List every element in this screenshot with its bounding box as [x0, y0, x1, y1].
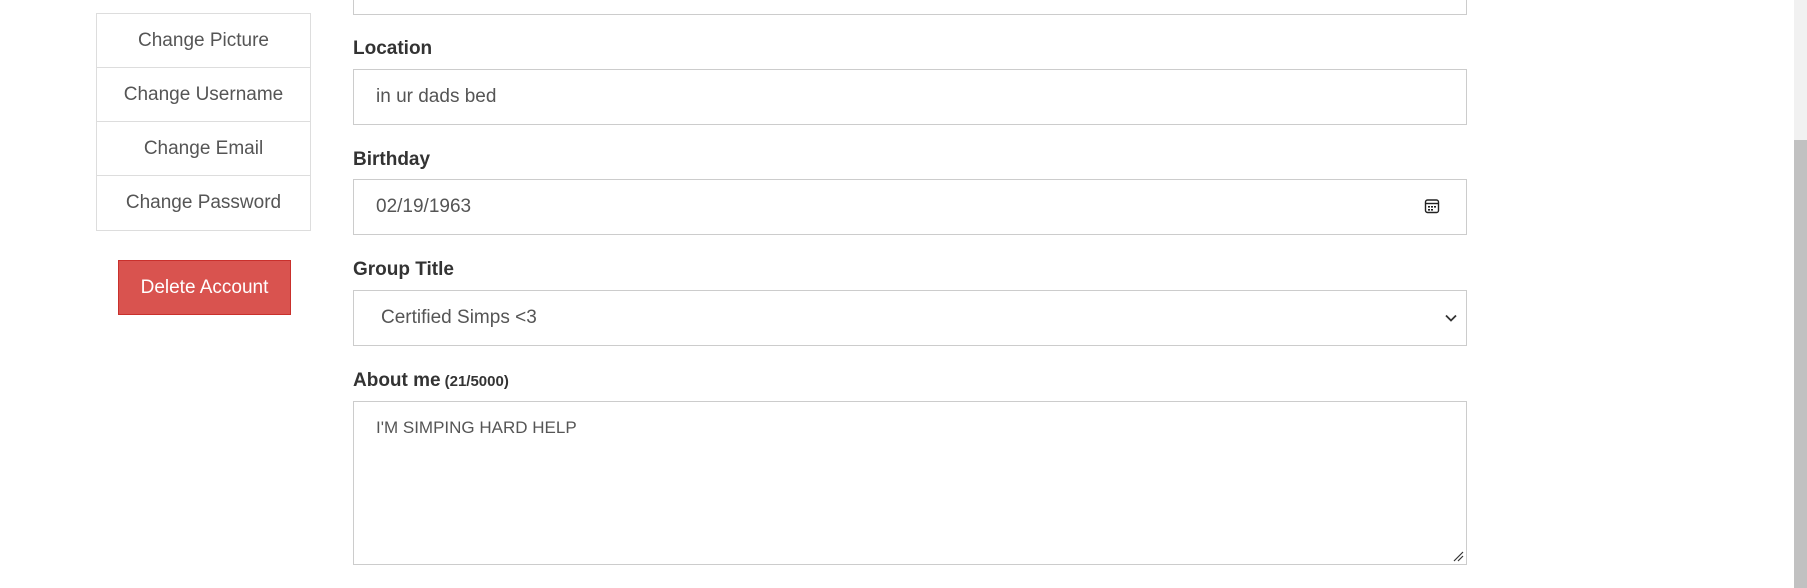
sidebar-item-change-password[interactable]: Change Password [97, 176, 310, 230]
birthday-label: Birthday [353, 149, 431, 170]
about-me-textarea[interactable]: I'M SIMPING HARD HELP [353, 401, 1467, 565]
birthday-input[interactable]: 02/19/1963 [353, 179, 1467, 235]
group-title-label: Group Title [353, 259, 454, 280]
resize-handle-icon[interactable] [1452, 550, 1464, 562]
location-label: Location [353, 38, 433, 59]
settings-sidebar: Change Picture Change Username Change Em… [96, 13, 311, 231]
settings-page: Change Picture Change Username Change Em… [0, 0, 1807, 588]
sidebar-item-change-picture[interactable]: Change Picture [97, 14, 310, 68]
previous-field-input[interactable] [353, 0, 1467, 15]
character-counter: (21/5000) [444, 373, 509, 390]
birthday-value: 02/19/1963 [376, 196, 472, 217]
about-me-label: About me (21/5000) [353, 370, 509, 392]
delete-account-button[interactable]: Delete Account [118, 260, 291, 315]
page-scrollbar[interactable] [1794, 0, 1807, 588]
chevron-down-icon [1445, 314, 1457, 322]
about-me-value: I'M SIMPING HARD HELP [376, 418, 577, 437]
sidebar-item-change-email[interactable]: Change Email [97, 122, 310, 176]
sidebar-item-change-username[interactable]: Change Username [97, 68, 310, 122]
about-me-label-text: About me [353, 370, 441, 391]
location-input[interactable]: in ur dads bed [353, 69, 1467, 125]
group-title-selected-value: Certified Simps <3 [381, 307, 537, 328]
scrollbar-thumb[interactable] [1794, 140, 1807, 588]
calendar-icon[interactable] [1424, 198, 1440, 214]
group-title-select[interactable]: Certified Simps <3 [353, 290, 1467, 346]
